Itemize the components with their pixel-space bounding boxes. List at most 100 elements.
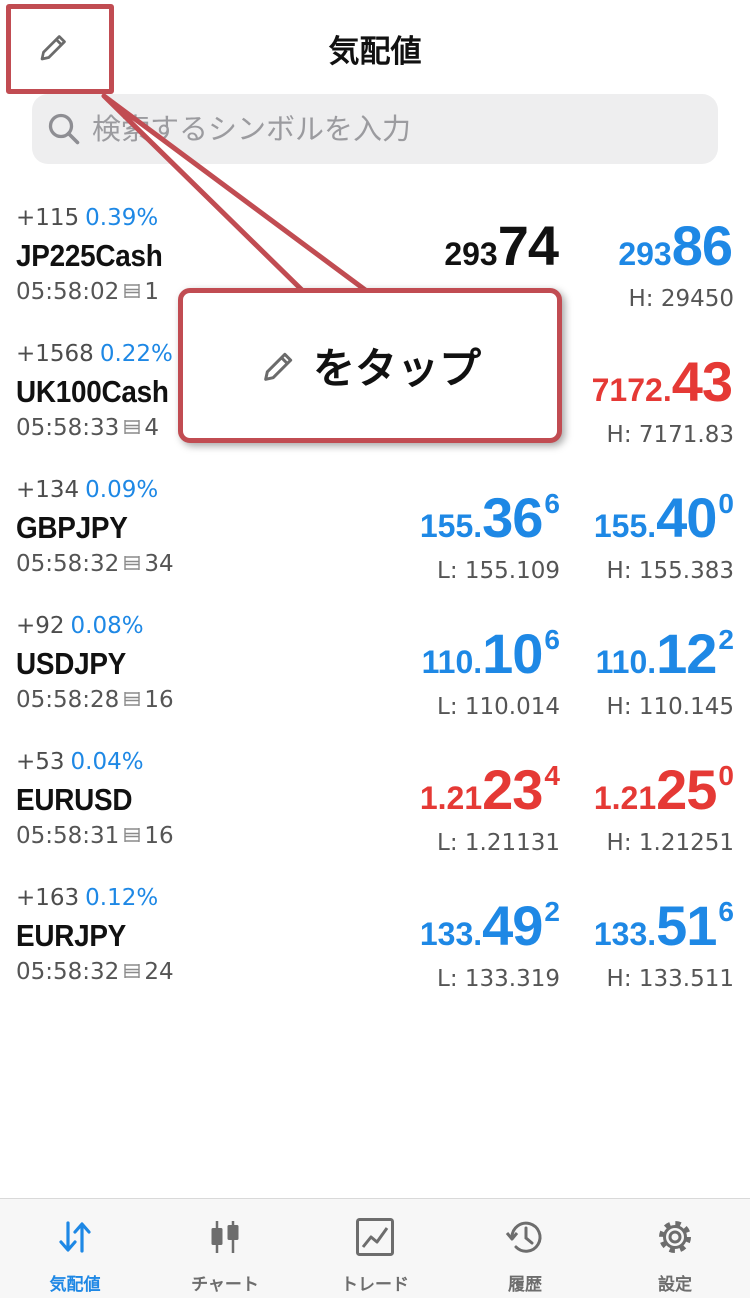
tab-label: 気配値	[49, 1275, 101, 1295]
quote-row[interactable]: +163 0.12% EURJPY 05:58:32 24 133.492 133.516 L…	[0, 880, 750, 1016]
symbol-name: JP225Cash	[16, 238, 163, 273]
change-points: +134	[16, 477, 80, 503]
change-points: +115	[16, 205, 80, 231]
bid-price: 133.492	[420, 898, 560, 954]
price-change: +1568 0.22%	[16, 341, 173, 367]
quote-meta: 05:58:28 16	[16, 687, 174, 713]
price-big-digits: 12	[656, 622, 717, 685]
tab-trade[interactable]: トレード	[300, 1199, 450, 1298]
quote-row[interactable]: +92 0.08% USDJPY 05:58:28 16 110.106 110.122 L:…	[0, 608, 750, 744]
candlestick-icon	[211, 1221, 239, 1253]
low-price: L: 110.014	[437, 694, 560, 720]
price-pip: 6	[718, 896, 734, 927]
history-icon	[505, 1221, 542, 1253]
price-prefix: 155.	[593, 508, 657, 544]
spread-value: 4	[144, 415, 159, 441]
tab-label: トレード	[341, 1275, 409, 1295]
tab-quotes[interactable]: 気配値	[0, 1199, 150, 1298]
bid-price: 1.21234	[420, 762, 560, 818]
price-big-digits: 49	[482, 894, 543, 957]
high-price: H: 110.145	[606, 694, 734, 720]
quote-row[interactable]: +134 0.09% GBPJPY 05:58:32 34 155.366 155.400 L…	[0, 472, 750, 608]
price-change: +163 0.12%	[16, 885, 158, 911]
bid-price: 155.366	[420, 490, 560, 546]
high-price: H: 7171.83	[606, 422, 734, 448]
change-percent: 0.39%	[85, 205, 159, 231]
high-price: H: 29450	[628, 286, 734, 312]
change-percent: 0.12%	[85, 885, 159, 911]
spread-icon	[124, 964, 141, 978]
price-big-digits: 10	[482, 622, 543, 685]
price-change: +53 0.04%	[16, 749, 144, 775]
spread-value: 34	[144, 551, 174, 577]
quote-time: 05:58:33	[16, 415, 120, 441]
price-big-digits: 86	[671, 214, 733, 277]
search-bar[interactable]	[32, 94, 718, 164]
spread-value: 24	[144, 959, 174, 985]
price-prefix: 7172.	[591, 372, 672, 408]
change-points: +92	[16, 613, 65, 639]
quote-time: 05:58:28	[16, 687, 120, 713]
tab-chart[interactable]: チャート	[150, 1199, 300, 1298]
quote-time: 05:58:32	[16, 551, 120, 577]
price-pip: 6	[544, 488, 560, 519]
pencil-icon	[264, 352, 293, 381]
trade-chart-icon	[356, 1218, 394, 1256]
tab-settings[interactable]: 設定	[600, 1199, 750, 1298]
price-pip: 2	[718, 624, 734, 655]
spread-icon	[124, 284, 141, 298]
symbol-name: UK100Cash	[16, 374, 169, 409]
price-pip: 6	[544, 624, 560, 655]
price-prefix: 1.21	[419, 780, 483, 816]
price-big-digits: 43	[671, 350, 733, 413]
quote-meta: 05:58:02 1	[16, 279, 159, 305]
quote-meta: 05:58:32 24	[16, 959, 174, 985]
price-change: +115 0.39%	[16, 205, 158, 231]
price-change: +92 0.08%	[16, 613, 144, 639]
annotation-highlight-box	[6, 4, 114, 94]
quotes-arrows-icon	[59, 1221, 91, 1253]
price-prefix: 110.	[421, 644, 483, 680]
bid-price: 29374	[444, 218, 560, 274]
tab-label: 履歴	[508, 1275, 542, 1295]
annotation-callout: をタップ	[178, 288, 562, 443]
quote-meta: 05:58:31 16	[16, 823, 174, 849]
price-prefix: 133.	[419, 916, 483, 952]
symbol-name: EURJPY	[16, 918, 127, 953]
spread-value: 16	[144, 687, 174, 713]
search-input[interactable]	[92, 94, 692, 164]
symbol-name: USDJPY	[16, 646, 127, 681]
tab-label: 設定	[658, 1275, 692, 1295]
price-big-digits: 23	[482, 758, 543, 821]
change-percent: 0.04%	[70, 749, 144, 775]
price-prefix: 1.21	[593, 780, 657, 816]
symbol-name: EURUSD	[16, 782, 133, 817]
change-percent: 0.09%	[85, 477, 159, 503]
price-prefix: 155.	[419, 508, 483, 544]
price-pip: 2	[544, 896, 560, 927]
low-price: L: 1.21131	[437, 830, 560, 856]
price-change: +134 0.09%	[16, 477, 158, 503]
ask-price: 1.21250	[594, 762, 734, 818]
price-prefix: 110.	[595, 644, 657, 680]
quote-meta: 05:58:33 4	[16, 415, 159, 441]
quote-time: 05:58:32	[16, 959, 120, 985]
low-price: L: 155.109	[437, 558, 560, 584]
price-pip: 4	[544, 760, 560, 791]
symbol-name: GBPJPY	[16, 510, 128, 545]
tab-history[interactable]: 履歴	[450, 1199, 600, 1298]
quote-meta: 05:58:32 34	[16, 551, 174, 577]
gear-icon	[659, 1221, 691, 1253]
price-pip: 0	[718, 760, 734, 791]
high-price: H: 1.21251	[606, 830, 734, 856]
price-big-digits: 74	[497, 214, 559, 277]
spread-icon	[124, 556, 141, 570]
quote-row[interactable]: +53 0.04% EURUSD 05:58:31 16 1.21234 1.21250 L:…	[0, 744, 750, 880]
spread-icon	[124, 420, 141, 434]
change-points: +53	[16, 749, 65, 775]
ask-price: 29386	[618, 218, 734, 274]
search-icon	[48, 113, 80, 145]
change-percent: 0.08%	[70, 613, 144, 639]
high-price: H: 155.383	[606, 558, 734, 584]
callout-text: をタップ	[312, 344, 481, 393]
